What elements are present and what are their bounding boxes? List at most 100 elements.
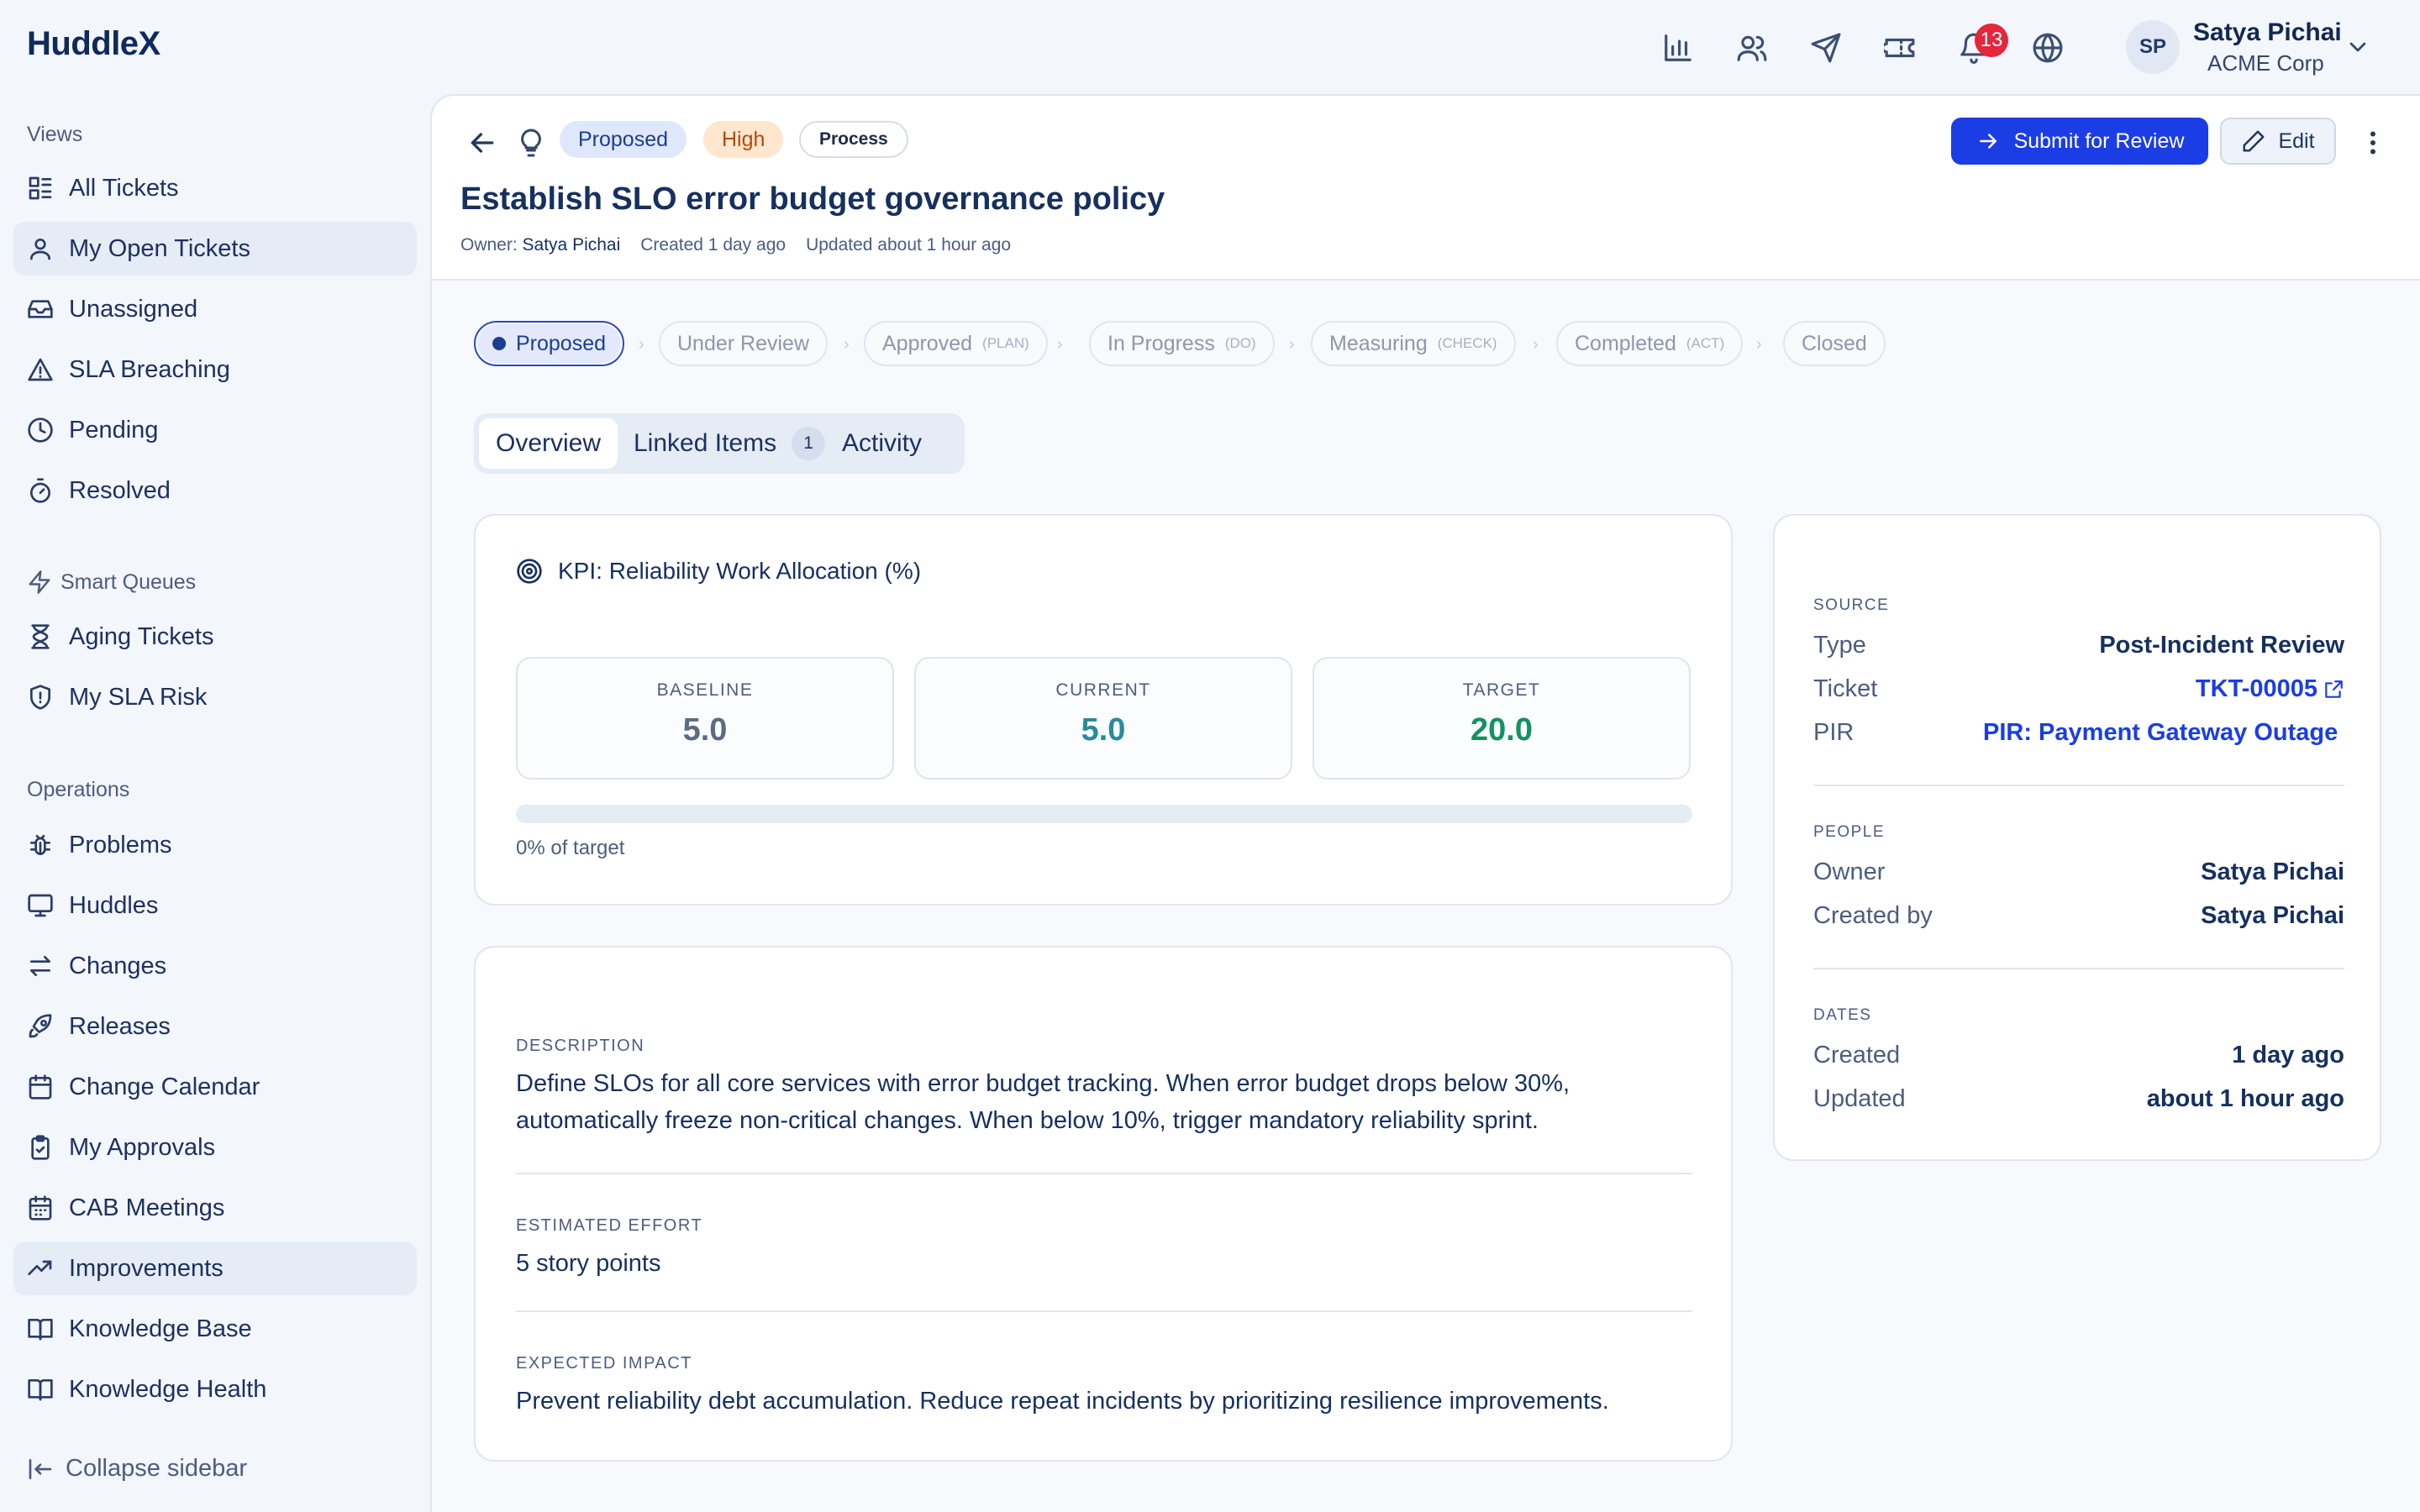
step-closed[interactable]: Closed <box>1783 321 1886 366</box>
kpi-progress-bar <box>516 805 1692 823</box>
sidebar-item-unassigned[interactable]: Unassigned <box>13 282 417 336</box>
chevron-down-icon[interactable] <box>2344 34 2371 60</box>
linked-items-count: 1 <box>792 427 826 460</box>
sidebar-item-my-sla-risk[interactable]: My SLA Risk <box>13 670 417 724</box>
sidebar-item-problems[interactable]: Problems <box>13 818 417 872</box>
swap-icon <box>30 956 50 976</box>
lightbulb-icon <box>516 126 546 160</box>
ticket-icon[interactable] <box>1884 32 1916 64</box>
step-proposed[interactable]: Proposed <box>474 321 625 366</box>
globe-icon[interactable] <box>2032 32 2064 64</box>
clock-icon <box>28 417 53 443</box>
rocket-icon <box>29 1014 52 1038</box>
sidebar-item-label: Resolved <box>69 476 171 504</box>
updated-meta: Updated about 1 hour ago <box>806 235 1012 255</box>
step-under-review[interactable]: Under Review <box>659 321 829 366</box>
edit-button[interactable]: Edit <box>2220 118 2336 165</box>
step-approved[interactable]: Approved (PLAN) <box>864 321 1048 366</box>
step-separator: › <box>1289 335 1295 354</box>
sidebar-item-releases[interactable]: Releases <box>13 1000 417 1053</box>
sidebar-item-knowledge-base[interactable]: Knowledge Base <box>13 1302 417 1356</box>
description-text: Define SLOs for all core services with e… <box>516 1070 1570 1134</box>
tab-linked-items[interactable]: Linked Items 1 <box>617 418 842 469</box>
tab-activity[interactable]: Activity <box>825 418 939 469</box>
sidebar-item-pending[interactable]: Pending <box>13 403 417 457</box>
created-row: Created 1 day ago <box>1813 1042 2344 1068</box>
step-separator: › <box>1533 335 1539 354</box>
sidebar-item-label: Pending <box>69 416 159 444</box>
priority-badge: High <box>703 121 784 158</box>
sidebar-item-improvements[interactable]: Improvements <box>13 1242 417 1295</box>
user-name[interactable]: Satya Pichai <box>2193 18 2342 47</box>
source-label: SOURCE <box>1813 596 1890 614</box>
kpi-card: KPI: Reliability Work Allocation (%) BAS… <box>474 514 1733 906</box>
kpi-title: KPI: Reliability Work Allocation (%) <box>516 558 921 585</box>
user-icon <box>30 239 50 260</box>
sidebar-item-my-open-tickets[interactable]: My Open Tickets <box>13 222 417 276</box>
sidebar-item-huddles[interactable]: Huddles <box>13 879 417 932</box>
calendar-icon <box>29 1074 52 1100</box>
sidebar-item-label: Changes <box>69 952 167 979</box>
step-separator: › <box>1057 335 1063 354</box>
created-by-row: Created by Satya Pichai <box>1813 902 2344 929</box>
step-completed[interactable]: Completed (ACT) <box>1556 321 1744 366</box>
sidebar-item-aging-tickets[interactable]: Aging Tickets <box>13 610 417 664</box>
pir-link[interactable]: PIR: Payment Gateway Outage <box>1983 719 2344 747</box>
sidebar-item-changes[interactable]: Changes <box>13 939 417 993</box>
send-icon[interactable] <box>1810 32 1842 64</box>
ticket-link[interactable]: TKT-00005 <box>2196 675 2344 703</box>
owner-value: Satya Pichai <box>2201 858 2344 885</box>
sidebar-item-cab-meetings[interactable]: CAB Meetings <box>13 1181 417 1235</box>
sidebar-item-label: Knowledge Base <box>69 1315 252 1342</box>
step-in-progress[interactable]: In Progress (DO) <box>1089 321 1275 366</box>
sidebar-item-label: Releases <box>69 1012 171 1040</box>
status-badge: Proposed <box>560 121 687 158</box>
alert-triangle-icon <box>28 358 53 381</box>
step-measuring[interactable]: Measuring (CHECK) <box>1311 321 1516 366</box>
tab-overview[interactable]: Overview <box>479 418 618 469</box>
hourglass-icon <box>31 624 50 649</box>
sidebar-item-label: Change Calendar <box>69 1073 260 1100</box>
bell-icon[interactable]: 13 <box>1958 24 2008 64</box>
divider <box>1813 968 2344 969</box>
sidebar-item-resolved[interactable]: Resolved <box>13 464 417 517</box>
avatar[interactable]: SP <box>2126 20 2180 74</box>
bar-chart-icon[interactable] <box>1662 32 1694 64</box>
more-options-icon[interactable] <box>2358 126 2388 160</box>
kpi-current: CURRENT 5.0 <box>914 657 1292 780</box>
details-card: DESCRIPTION Define SLOs for all core ser… <box>474 946 1733 1462</box>
trending-up-icon <box>28 1260 52 1275</box>
updated-row: Updated about 1 hour ago <box>1813 1085 2344 1112</box>
page-title: Establish SLO error budget governance po… <box>460 181 1165 217</box>
collapse-sidebar-label: Collapse sidebar <box>66 1455 248 1482</box>
dates-label: DATES <box>1813 1006 1872 1024</box>
bug-icon <box>30 835 50 855</box>
sidebar-item-my-approvals[interactable]: My Approvals <box>13 1121 417 1174</box>
divider <box>1813 785 2344 786</box>
divider <box>516 1173 1692 1174</box>
sidebar-item-sla-breaching[interactable]: SLA Breaching <box>13 343 417 396</box>
sidebar-item-label: CAB Meetings <box>69 1194 225 1221</box>
users-icon[interactable] <box>1736 32 1768 64</box>
sidebar-item-all-tickets[interactable]: All Tickets <box>13 161 417 215</box>
header-meta: Owner: Satya Pichai Created 1 day ago Up… <box>460 235 1011 255</box>
kpi-target: TARGET 20.0 <box>1313 657 1691 780</box>
kpi-progress-label: 0% of target <box>516 837 625 859</box>
submit-for-review-button[interactable]: Submit for Review <box>1951 118 2208 165</box>
impact-text: Prevent reliability debt accumulation. R… <box>516 1388 1609 1415</box>
app-logo[interactable]: HuddleX <box>27 25 160 63</box>
collapse-sidebar-button[interactable]: Collapse sidebar <box>27 1455 247 1483</box>
sidebar-item-label: All Tickets <box>69 174 179 202</box>
effort-label: ESTIMATED EFFORT <box>516 1216 703 1235</box>
back-arrow-icon[interactable] <box>466 126 499 160</box>
kpi-baseline: BASELINE 5.0 <box>516 657 894 780</box>
sidebar-item-change-calendar[interactable]: Change Calendar <box>13 1060 417 1114</box>
sidebar-item-label: Problems <box>69 831 172 858</box>
ticket-row: Ticket TKT-00005 <box>1813 675 2344 709</box>
sidebar-item-knowledge-health[interactable]: Knowledge Health <box>13 1362 417 1416</box>
step-separator: › <box>639 335 644 354</box>
target-icon <box>517 559 542 584</box>
owner-name[interactable]: Satya Pichai <box>523 235 621 255</box>
owner-meta: Owner: Satya Pichai <box>460 235 621 255</box>
inbox-icon <box>28 300 53 318</box>
